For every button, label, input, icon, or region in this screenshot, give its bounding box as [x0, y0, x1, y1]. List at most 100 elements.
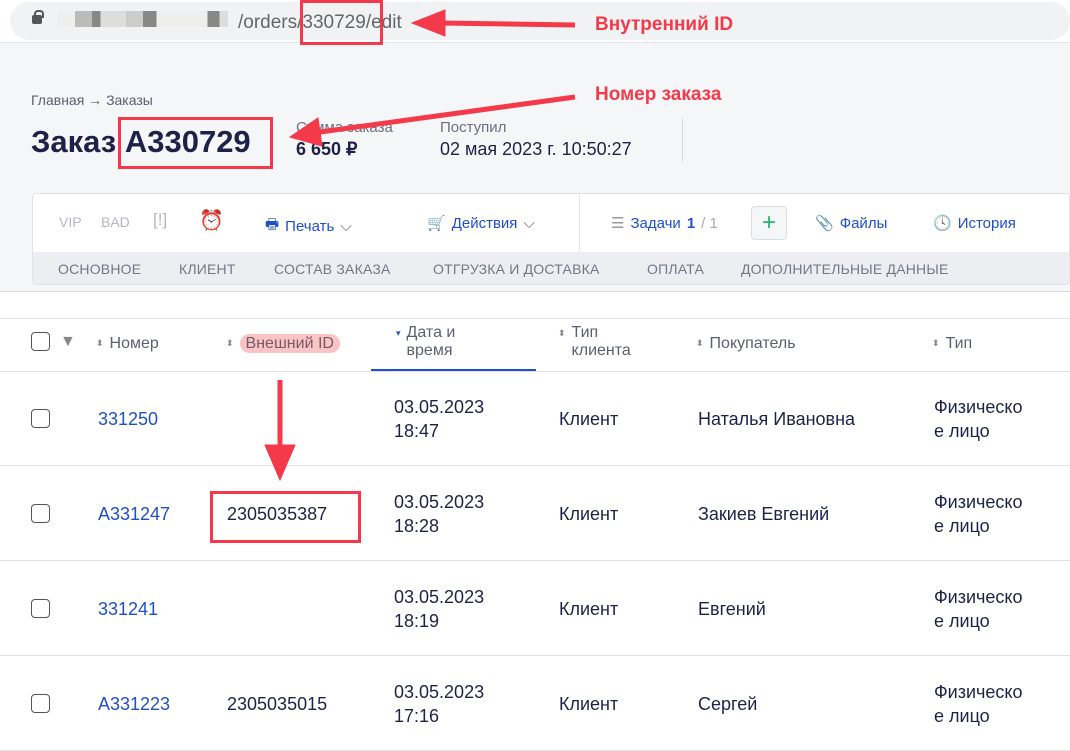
breadcrumb[interactable]: Главная → Заказы: [31, 92, 153, 108]
tab-additional[interactable]: ДОПОЛНИТЕЛЬНЫЕ ДАННЫЕ: [741, 261, 949, 277]
sort-icon: ⬍: [558, 328, 566, 338]
table-row[interactable]: 331241 03.05.2023 18:19 Клиент Евгений Фи…: [0, 561, 1070, 656]
blurred-domain: [58, 11, 228, 27]
add-task-button[interactable]: +: [751, 206, 787, 240]
type-line: е лицо: [934, 421, 990, 441]
row-checkbox[interactable]: [31, 599, 50, 618]
type-line: е лицо: [934, 706, 990, 726]
order-date: 03.05.2023 18:28: [394, 490, 484, 538]
clock-icon: 🕓: [933, 215, 952, 232]
files-label: Файлы: [839, 214, 888, 232]
vip-button[interactable]: VIP: [59, 214, 82, 230]
column-label: Внешний ID: [239, 334, 340, 353]
select-menu-icon[interactable]: ▼: [60, 333, 76, 351]
customer-type: Физическо е лицо: [934, 680, 1023, 728]
print-label: Печать: [285, 218, 335, 235]
order-date: 03.05.2023 18:47: [394, 395, 484, 443]
buyer-name: Наталья Ивановна: [698, 409, 856, 429]
client-type: Клиент: [559, 694, 619, 714]
order-number-link[interactable]: A331247: [98, 502, 170, 526]
column-type[interactable]: ⬍ Тип: [932, 334, 972, 353]
table-row[interactable]: 331250 03.05.2023 18:47 Клиент Наталья Ив…: [0, 371, 1070, 466]
tasks-button[interactable]: ☰ Задачи 1 / 1: [611, 214, 718, 233]
client-type: Клиент: [559, 599, 619, 619]
sort-icon: ⬍: [696, 338, 704, 348]
type-line: Физическо: [934, 682, 1023, 702]
order-date: 03.05.2023 17:16: [394, 680, 484, 728]
client-type: Клиент: [559, 504, 619, 524]
column-label: Покупатель: [709, 335, 796, 352]
sort-icon: ⬍: [932, 338, 940, 348]
column-client-type[interactable]: ⬍ Тип клиента: [558, 324, 642, 360]
column-buyer[interactable]: ⬍ Покупатель: [696, 334, 796, 353]
alarm-clock-icon[interactable]: ⏰: [199, 208, 224, 233]
comment-icon: ☰: [611, 215, 625, 232]
tasks-label: Задачи: [630, 214, 681, 232]
sort-desc-icon: ▾: [396, 328, 401, 338]
sort-icon: ⬍: [96, 338, 104, 348]
print-button[interactable]: 🖶 Печать ⌵: [265, 214, 352, 239]
buyer-name: Сергей: [698, 694, 758, 714]
tab-main[interactable]: ОСНОВНОЕ: [58, 261, 141, 277]
column-label: Тип клиента: [571, 324, 631, 359]
flag-icon[interactable]: [!]: [153, 210, 167, 230]
order-number-link[interactable]: 331250: [98, 407, 158, 431]
tab-payment[interactable]: ОПЛАТА: [647, 261, 704, 277]
customer-type: Физическо е лицо: [934, 490, 1023, 538]
divider: [579, 194, 580, 252]
received-value: 02 мая 2023 г. 10:50:27: [440, 139, 632, 159]
tasks-count: 1: [686, 214, 696, 232]
time: 17:16: [394, 706, 440, 726]
history-button[interactable]: 🕓 История: [933, 214, 1016, 233]
cart-icon: 🛒: [427, 215, 446, 232]
sort-icon: ⬍: [226, 338, 234, 348]
files-button[interactable]: 📎 Файлы: [815, 214, 888, 233]
row-checkbox[interactable]: [31, 504, 50, 523]
time: 18:47: [394, 421, 440, 441]
chevron-down-icon: ⌵: [523, 214, 535, 232]
column-external-id[interactable]: ⬍ Внешний ID: [226, 334, 340, 353]
column-label: Тип: [945, 335, 973, 352]
bad-button[interactable]: BAD: [101, 214, 130, 230]
date: 03.05.2023: [394, 587, 485, 607]
highlight-box: [300, 0, 383, 45]
printer-icon: 🖶: [265, 216, 280, 233]
table-row[interactable]: A331247 2305035387 03.05.2023 18:28 Клиен…: [0, 466, 1070, 561]
date: 03.05.2023: [394, 682, 485, 702]
tab-shipping[interactable]: ОТГРУЗКА И ДОСТАВКА: [433, 261, 600, 277]
customer-type: Физическо е лицо: [934, 585, 1023, 633]
type-line: е лицо: [934, 611, 990, 631]
table-row[interactable]: A331223 2305035015 03.05.2023 17:16 Клиен…: [0, 656, 1070, 751]
lock-icon: [32, 10, 44, 24]
buyer-name: Закиев Евгений: [698, 504, 830, 524]
order-number-link[interactable]: A331223: [98, 692, 170, 716]
divider: [682, 118, 683, 162]
type-line: Физическо: [934, 492, 1023, 512]
tab-client[interactable]: КЛИЕНТ: [179, 261, 236, 277]
column-label: Номер: [109, 335, 159, 352]
actions-label: Действия: [451, 214, 518, 232]
annotation-order-number: Номер заказа: [595, 84, 722, 105]
column-number[interactable]: ⬍ Номер: [96, 334, 159, 353]
chevron-down-icon: ⌵: [340, 218, 352, 235]
column-label: Дата и время: [406, 324, 456, 359]
order-date: 03.05.2023 18:19: [394, 585, 484, 633]
buyer-name: Евгений: [698, 599, 766, 619]
customer-type: Физическо е лицо: [934, 395, 1023, 443]
order-number-link[interactable]: 331241: [98, 597, 158, 621]
history-label: История: [957, 214, 1016, 232]
paperclip-icon: 📎: [815, 215, 834, 232]
tab-order-items[interactable]: СОСТАВ ЗАКАЗА: [274, 261, 391, 277]
annotation-internal-id: Внутренний ID: [595, 14, 734, 35]
actions-button[interactable]: 🛒 Действия ⌵: [427, 214, 535, 233]
address-bar[interactable]: /orders/330729/edit: [10, 2, 1070, 40]
external-id: 2305035015: [227, 694, 328, 714]
row-checkbox[interactable]: [31, 409, 50, 428]
order-toolbar: VIP BAD [!] ⏰ 🖶 Печать ⌵ 🛒 Действия ⌵ ☰ Задач…: [32, 193, 1070, 285]
type-line: Физическо: [934, 397, 1023, 417]
row-checkbox[interactable]: [31, 694, 50, 713]
date: 03.05.2023: [394, 492, 485, 512]
highlight-box: [118, 117, 273, 169]
select-all-checkbox[interactable]: [31, 332, 50, 351]
column-datetime[interactable]: ▾ Дата и время: [396, 324, 516, 360]
